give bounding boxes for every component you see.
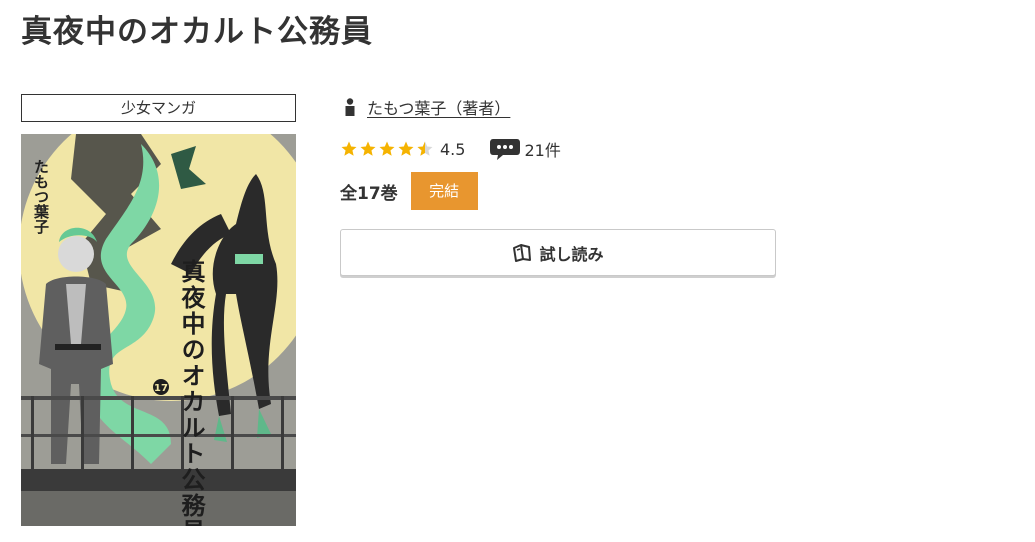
author-row: たもつ葉子（著者）	[343, 95, 510, 119]
cover-author-text: たもつ葉子	[32, 159, 50, 235]
book-cover[interactable]: たもつ葉子 真夜中のオカルト公務員 17	[21, 134, 296, 526]
author-link[interactable]: たもつ葉子（著者）	[367, 95, 510, 119]
review-link[interactable]: 21件	[489, 137, 561, 161]
genre-badge[interactable]: 少女マンガ	[21, 94, 296, 122]
star-icon	[397, 140, 415, 158]
star-icon	[378, 140, 396, 158]
star-icon	[359, 140, 377, 158]
review-count: 21件	[524, 141, 561, 160]
person-icon	[343, 98, 357, 116]
cover-volume-number: 17	[154, 383, 168, 394]
cover-illustration: たもつ葉子 真夜中のオカルト公務員 17	[21, 134, 296, 526]
book-detail-page: 真夜中のオカルト公務員 少女マンガ たもつ葉子 真夜中のオカルト公務員 17 た…	[0, 0, 1035, 542]
status-badge: 完結	[410, 172, 478, 210]
trial-read-button[interactable]: 試し読み	[340, 229, 776, 276]
star-icon	[340, 140, 358, 158]
rating-row: 4.5 21件	[340, 136, 561, 162]
volume-count: 全17巻	[340, 183, 398, 204]
volume-row: 全17巻 完結	[340, 172, 478, 210]
page-title: 真夜中のオカルト公務員	[21, 14, 373, 50]
trial-read-label: 試し読み	[539, 244, 604, 264]
rating-value: 4.5	[440, 139, 466, 159]
rating-stars	[340, 140, 435, 158]
half-star-icon	[416, 140, 434, 158]
cover-title-text: 真夜中のオカルト公務員	[177, 258, 206, 526]
speech-bubble-icon	[489, 137, 521, 161]
open-book-icon	[512, 243, 532, 262]
